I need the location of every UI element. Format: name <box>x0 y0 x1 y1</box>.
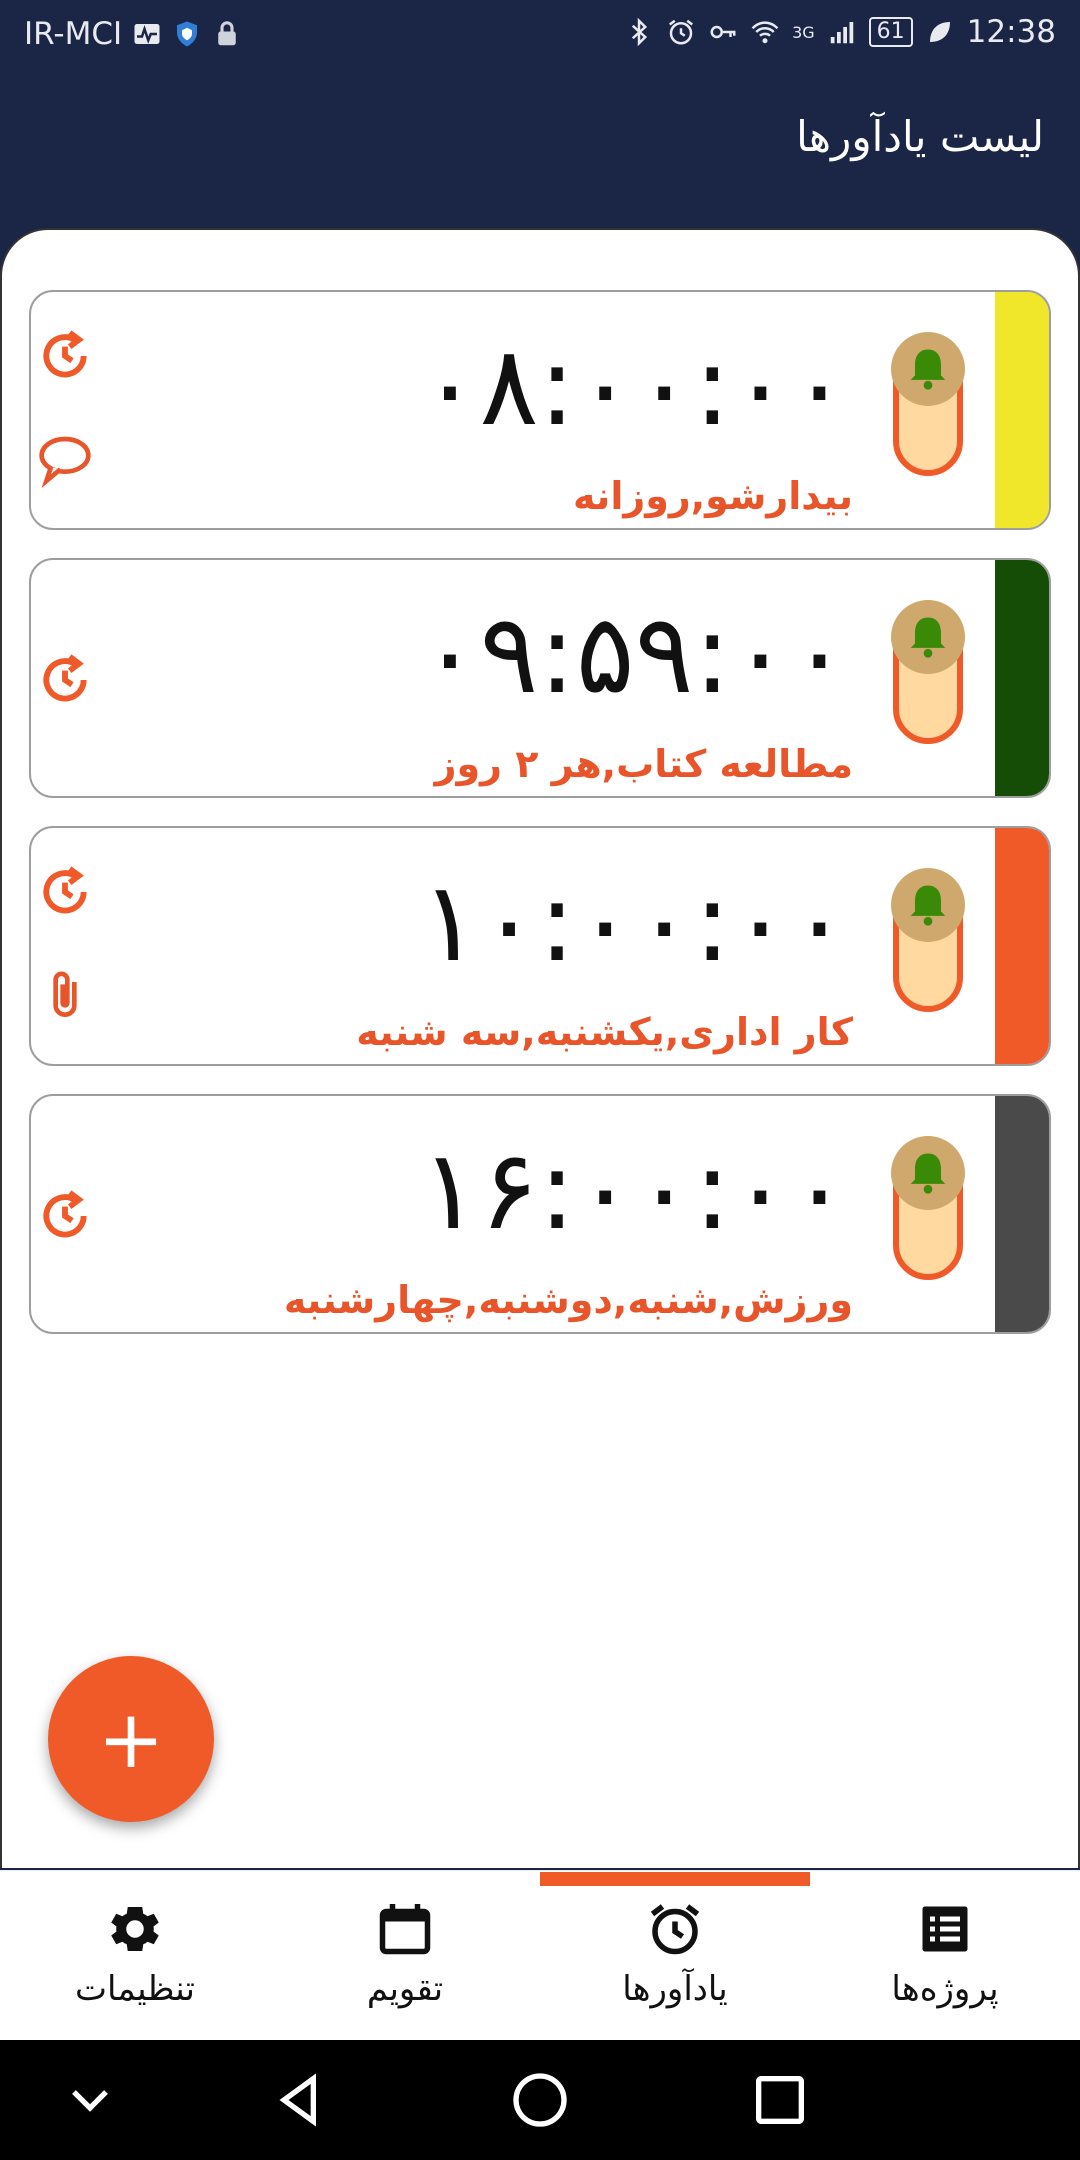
status-bar: IR-MCI 3G 61 12:38 <box>0 0 1080 72</box>
gear-icon <box>111 1907 159 1951</box>
nav-item-calendar[interactable]: تقویم <box>270 1871 540 2041</box>
reminder-label: کار اداری,یکشنبه,سه شنبه <box>356 1010 853 1054</box>
active-tab-indicator <box>540 1872 810 1886</box>
vpn-shield-icon <box>177 21 198 47</box>
reminder-card[interactable]: ۰۸:۰۰:۰۰ بیدارشو,روزانه <box>29 290 1051 530</box>
alarm-repeat-icon[interactable] <box>37 652 93 708</box>
plus-icon: + <box>97 1692 165 1786</box>
color-stripe <box>995 560 1049 796</box>
reminder-card[interactable]: ۰۹:۵۹:۰۰ مطالعه کتاب,هر ۲ روز <box>29 558 1051 798</box>
signal-icon <box>830 22 853 44</box>
leaf-icon <box>929 22 950 42</box>
alarm-repeat-icon[interactable] <box>37 1188 93 1244</box>
message-icon[interactable] <box>37 432 93 488</box>
clock: 12:38 <box>966 14 1056 50</box>
toggle-knob <box>891 868 965 942</box>
reminder-toggle[interactable] <box>891 1136 965 1280</box>
toggle-knob <box>891 600 965 674</box>
reminder-card[interactable]: ۱۰:۰۰:۰۰ کار اداری,یکشنبه,سه شنبه <box>29 826 1051 1066</box>
reminder-toggle[interactable] <box>891 332 965 476</box>
reminder-time: ۱۶:۰۰:۰۰ <box>420 1126 849 1254</box>
nav-item-settings[interactable]: تنظیمات <box>0 1871 270 2041</box>
carrier-label: IR-MCI <box>24 16 123 52</box>
toggle-knob <box>891 1136 965 1210</box>
color-stripe <box>995 828 1049 1064</box>
toggle-knob <box>891 332 965 406</box>
battery-indicator: 61 <box>868 17 913 47</box>
calendar-icon <box>379 1904 431 1955</box>
wifi-icon <box>751 21 779 44</box>
color-stripe <box>995 292 1049 528</box>
alarm-clock-icon <box>650 1904 700 1955</box>
chevron-down-icon[interactable] <box>58 2068 122 2132</box>
attachment-icon[interactable] <box>37 968 93 1024</box>
bluetooth-icon <box>631 17 648 47</box>
nav-label: پروژه‌ها <box>891 1969 999 2009</box>
bell-icon <box>910 885 946 926</box>
reminder-card[interactable]: ۱۶:۰۰:۰۰ ورزش,شنبه,دوشنبه,چهارشنبه <box>29 1094 1051 1334</box>
list-icon <box>922 1906 968 1952</box>
reminder-time: ۰۹:۵۹:۰۰ <box>420 590 849 718</box>
alarm-repeat-icon[interactable] <box>37 864 93 920</box>
reminder-time: ۰۸:۰۰:۰۰ <box>420 322 849 450</box>
key-icon <box>710 25 736 39</box>
back-icon[interactable] <box>268 2068 332 2132</box>
reminder-label: مطالعه کتاب,هر ۲ روز <box>434 742 853 786</box>
network-type: 3G <box>792 22 815 42</box>
home-icon[interactable] <box>508 2068 572 2132</box>
nav-label: تنظیمات <box>75 1969 195 2009</box>
reminder-toggle[interactable] <box>891 868 965 1012</box>
bottom-navigation: تنظیمات تقویم یادآورها پروژه‌ها <box>0 1870 1080 2041</box>
bell-icon <box>910 1153 946 1194</box>
alarm-status-icon <box>669 19 694 45</box>
nav-item-reminders[interactable]: یادآورها <box>540 1871 810 2041</box>
add-reminder-button[interactable]: + <box>48 1656 214 1822</box>
nav-label: تقویم <box>366 1969 444 2009</box>
bell-icon <box>910 617 946 658</box>
nav-label: یادآورها <box>622 1969 728 2009</box>
reminder-time: ۱۰:۰۰:۰۰ <box>420 858 849 986</box>
color-stripe <box>995 1096 1049 1332</box>
nav-item-projects[interactable]: پروژه‌ها <box>810 1871 1080 2041</box>
lock-icon <box>218 21 236 46</box>
system-navigation-bar <box>0 2040 1080 2160</box>
bell-icon <box>910 349 946 390</box>
reminder-label: ورزش,شنبه,دوشنبه,چهارشنبه <box>283 1278 853 1322</box>
page-title: لیست یادآورها <box>796 112 1044 161</box>
activity-icon <box>134 24 160 44</box>
recents-icon[interactable] <box>748 2068 812 2132</box>
reminder-toggle[interactable] <box>891 600 965 744</box>
alarm-repeat-icon[interactable] <box>37 328 93 384</box>
reminder-label: بیدارشو,روزانه <box>573 474 853 518</box>
